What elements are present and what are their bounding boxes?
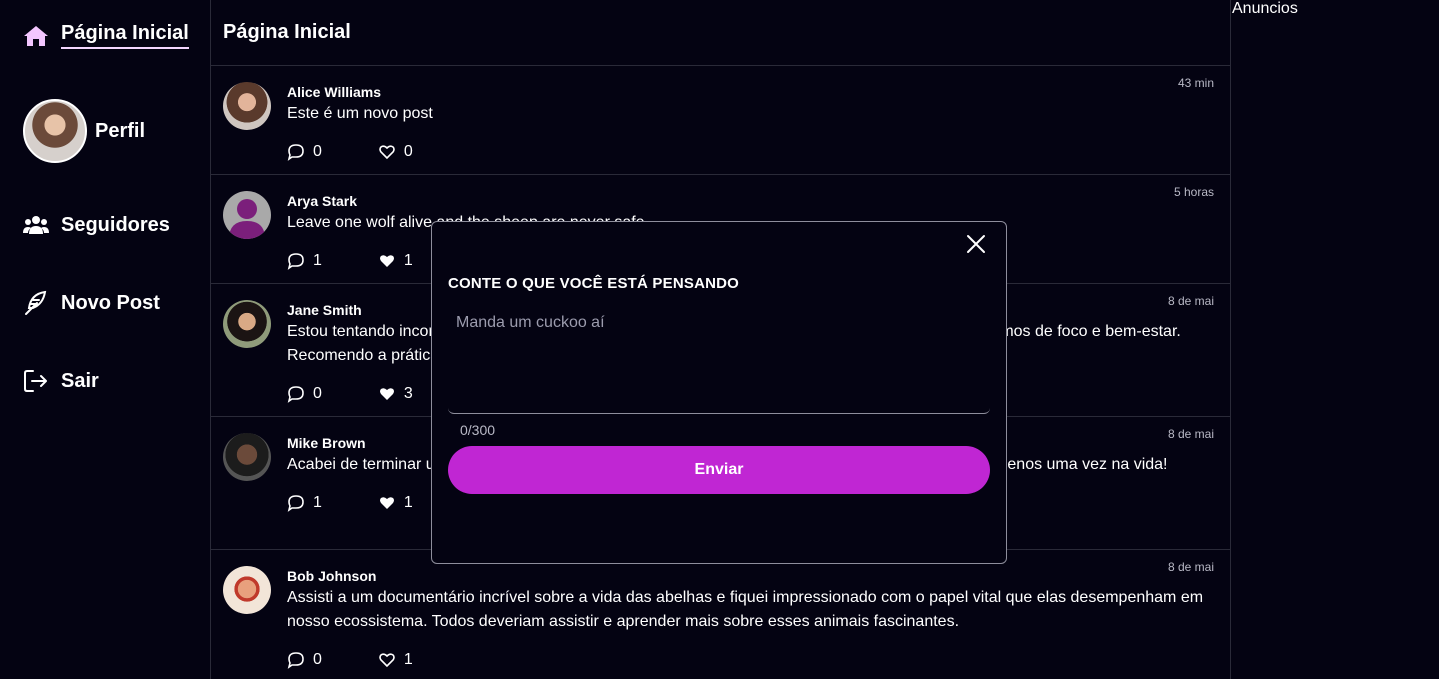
post-time: 8 de mai xyxy=(1167,294,1214,308)
close-button[interactable] xyxy=(966,234,986,254)
send-button[interactable]: Enviar xyxy=(448,446,990,494)
comment-button[interactable]: 0 xyxy=(287,143,322,161)
like-button[interactable]: 1 xyxy=(378,651,413,669)
comment-icon xyxy=(287,253,304,270)
post-author[interactable]: Alice Williams xyxy=(287,84,1214,100)
avatar[interactable] xyxy=(223,433,271,481)
comment-button[interactable]: 0 xyxy=(287,651,322,669)
new-post-modal: CONTE O QUE VOCÊ ESTÁ PENSANDO 0/300 Env… xyxy=(431,221,1007,564)
comment-button[interactable]: 0 xyxy=(287,385,322,403)
sidebar-item-label: Novo Post xyxy=(61,291,160,314)
post-actions: 0 1 xyxy=(287,634,1214,679)
post-item[interactable]: Bob Johnson Assisti a um documentário in… xyxy=(211,550,1230,679)
comment-count: 1 xyxy=(313,252,322,269)
comment-icon xyxy=(287,652,304,669)
sidebar-item-label: Perfil xyxy=(95,119,146,142)
avatar[interactable] xyxy=(223,82,271,130)
sidebar-item-profile[interactable]: Perfil xyxy=(23,99,145,163)
post-text: Este é um novo post xyxy=(287,105,433,122)
page-title: Página Inicial xyxy=(211,0,1230,66)
modal-title: CONTE O QUE VOCÊ ESTÁ PENSANDO xyxy=(448,275,740,292)
sidebar-item-label: Página Inicial xyxy=(61,22,189,49)
heart-filled-icon xyxy=(379,497,394,509)
like-count: 1 xyxy=(403,494,413,511)
ads-title: Anuncios xyxy=(1232,0,1298,17)
users-icon xyxy=(23,212,49,238)
close-icon xyxy=(967,235,985,253)
heart-filled-icon xyxy=(379,255,394,267)
like-count: 1 xyxy=(403,651,413,668)
sidebar-item-label: Sair xyxy=(61,369,99,392)
sidebar: Página Inicial Perfil Seguidores Novo Po… xyxy=(0,0,210,679)
avatar xyxy=(23,99,87,163)
comment-count: 0 xyxy=(313,385,322,402)
post-time: 8 de mai xyxy=(1167,560,1214,574)
sidebar-item-new-post[interactable]: Novo Post xyxy=(23,290,160,316)
like-button[interactable]: 0 xyxy=(378,143,413,161)
sidebar-item-home[interactable]: Página Inicial xyxy=(23,22,189,49)
comment-icon xyxy=(287,386,304,403)
avatar[interactable] xyxy=(223,566,271,614)
logout-icon xyxy=(23,368,49,394)
comment-icon xyxy=(287,495,304,512)
comment-count: 0 xyxy=(313,651,322,668)
post-time: 43 min xyxy=(1177,76,1214,90)
post-actions: 0 0 xyxy=(287,126,1214,178)
comment-count: 0 xyxy=(313,143,322,160)
heart-filled-icon xyxy=(379,388,394,400)
like-count: 3 xyxy=(403,385,413,402)
like-button[interactable]: 1 xyxy=(378,252,413,270)
avatar[interactable] xyxy=(223,300,271,348)
comment-count: 1 xyxy=(313,494,322,511)
home-icon xyxy=(23,23,49,49)
character-counter: 0/300 xyxy=(460,422,496,438)
like-button[interactable]: 3 xyxy=(378,385,413,403)
sidebar-item-followers[interactable]: Seguidores xyxy=(23,212,170,238)
ads-panel: Anuncios xyxy=(1232,0,1298,18)
heart-icon xyxy=(379,145,395,160)
post-author[interactable]: Arya Stark xyxy=(287,193,1214,209)
post-textarea[interactable] xyxy=(448,306,990,414)
comment-button[interactable]: 1 xyxy=(287,494,322,512)
avatar[interactable] xyxy=(223,191,271,239)
post-author[interactable]: Bob Johnson xyxy=(287,568,1214,584)
comment-button[interactable]: 1 xyxy=(287,252,322,270)
heart-icon xyxy=(379,653,395,668)
like-button[interactable]: 1 xyxy=(378,494,413,512)
sidebar-item-logout[interactable]: Sair xyxy=(23,368,99,394)
feather-icon xyxy=(23,290,49,316)
sidebar-item-label: Seguidores xyxy=(61,213,170,236)
post-item[interactable]: Alice Williams Este é um novo post 43 mi… xyxy=(211,66,1230,175)
post-text: Assisti a um documentário incrível sobre… xyxy=(287,589,1204,630)
post-time: 8 de mai xyxy=(1167,427,1214,441)
like-count: 1 xyxy=(403,252,413,269)
like-count: 0 xyxy=(403,143,413,160)
post-time: 5 horas xyxy=(1173,185,1214,199)
comment-icon xyxy=(287,144,304,161)
